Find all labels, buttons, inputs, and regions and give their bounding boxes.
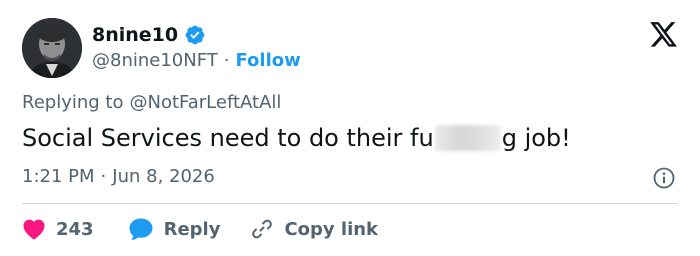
tweet-date[interactable]: Jun 8, 2026 [112,166,215,187]
handle-separator: · [223,49,230,71]
action-bar: 243 Reply Copy link [22,214,378,244]
reply-bubble-icon [128,217,154,241]
copy-link-button[interactable]: Copy link [250,217,378,241]
replying-to-handle[interactable]: @NotFarLeftAtAll [129,92,281,113]
tweet-text-end: g job! [501,124,571,152]
tweet-text-start: Social Services need to do their fu [22,124,434,152]
timestamp-row: 1:21 PM · Jun 8, 2026 [22,166,215,187]
x-logo-icon[interactable] [650,22,678,48]
replying-to-line: Replying to @NotFarLeftAtAll [22,92,281,113]
censor-blur [434,125,501,151]
copy-link-label: Copy link [284,218,379,240]
tweet-card: 8nine10 @8nine10NFT · Follow Replying to… [0,0,700,256]
display-name[interactable]: 8nine10 [92,24,178,46]
handle-row: @8nine10NFT · Follow [92,48,301,72]
avatar[interactable] [22,18,82,78]
divider [22,203,678,204]
info-icon[interactable] [652,166,676,190]
reply-button[interactable]: Reply [128,217,221,241]
replying-to-label: Replying to [22,92,124,113]
like-button[interactable]: 243 [22,218,94,240]
follow-button[interactable]: Follow [235,50,300,71]
verified-badge-icon [184,24,206,46]
like-count: 243 [56,218,94,240]
link-icon [250,217,274,241]
avatar-image [22,18,82,78]
user-handle[interactable]: @8nine10NFT [92,50,218,71]
tweet-time[interactable]: 1:21 PM [22,166,95,187]
reply-label: Reply [163,218,221,240]
timestamp-separator: · [100,166,107,187]
tweet-text: Social Services need to do their fu g jo… [22,124,571,152]
heart-icon [22,218,46,240]
name-row: 8nine10 [92,22,206,48]
